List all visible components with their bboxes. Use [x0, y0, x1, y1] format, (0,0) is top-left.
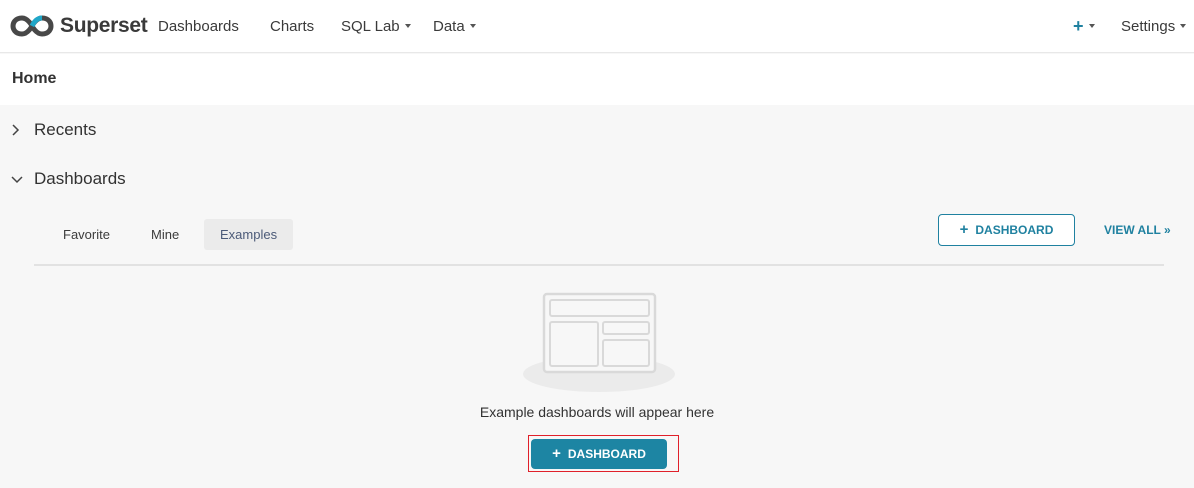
chevron-down-icon [11, 176, 23, 184]
nav-sql-lab[interactable]: SQL Lab [341, 17, 411, 37]
nav-data[interactable]: Data [433, 17, 476, 37]
recents-section-header[interactable]: Recents [0, 110, 1194, 150]
recents-label: Recents [34, 120, 97, 139]
tab-mine-label: Mine [151, 227, 180, 242]
tab-examples-label: Examples [220, 227, 278, 242]
settings-label: Settings [1121, 18, 1176, 35]
add-dashboard-label: DASHBOARD [975, 223, 1054, 237]
empty-state-text: Example dashboards will appear here [479, 404, 715, 420]
nav-charts[interactable]: Charts [270, 17, 314, 37]
dashboards-section-header[interactable]: Dashboards [0, 159, 1194, 199]
view-all-link[interactable]: VIEW ALL » [1104, 223, 1171, 237]
new-menu-button[interactable]: + [1073, 16, 1095, 36]
chevron-right-icon [12, 124, 20, 136]
chevron-down-icon [469, 24, 476, 29]
add-dashboard-button[interactable]: + DASHBOARD [938, 214, 1075, 246]
empty-dashboard-illustration-icon [523, 292, 675, 392]
plus-icon: + [1073, 16, 1084, 36]
chevron-down-icon [1180, 24, 1187, 29]
dashboards-label: Dashboards [34, 169, 126, 188]
settings-menu[interactable]: Settings [1121, 17, 1187, 37]
create-dashboard-label: DASHBOARD [567, 447, 646, 461]
brand-logo[interactable]: Superset [10, 13, 148, 39]
nav-dashboards-label: Dashboards [158, 18, 239, 35]
nav-charts-label: Charts [270, 18, 315, 35]
tab-favorite[interactable]: Favorite [47, 219, 126, 250]
chevron-down-icon [1088, 24, 1095, 29]
top-navbar: Superset Dashboards Charts SQL Lab Data … [0, 0, 1194, 53]
nav-data-label: Data [433, 18, 465, 35]
plus-icon: + [959, 221, 969, 238]
superset-logo-icon [10, 15, 54, 37]
tabs-divider [34, 264, 1164, 266]
brand-name: Superset [60, 14, 148, 37]
page-header: Home [0, 54, 1194, 105]
plus-icon: + [552, 445, 561, 462]
page-title: Home [12, 70, 57, 87]
tab-mine[interactable]: Mine [135, 219, 195, 250]
create-dashboard-button[interactable]: + DASHBOARD [531, 439, 667, 469]
nav-dashboards[interactable]: Dashboards [158, 17, 239, 37]
chevron-down-icon [404, 24, 411, 29]
tab-examples[interactable]: Examples [204, 219, 294, 250]
nav-sql-lab-label: SQL Lab [341, 18, 400, 35]
tab-favorite-label: Favorite [63, 227, 110, 242]
